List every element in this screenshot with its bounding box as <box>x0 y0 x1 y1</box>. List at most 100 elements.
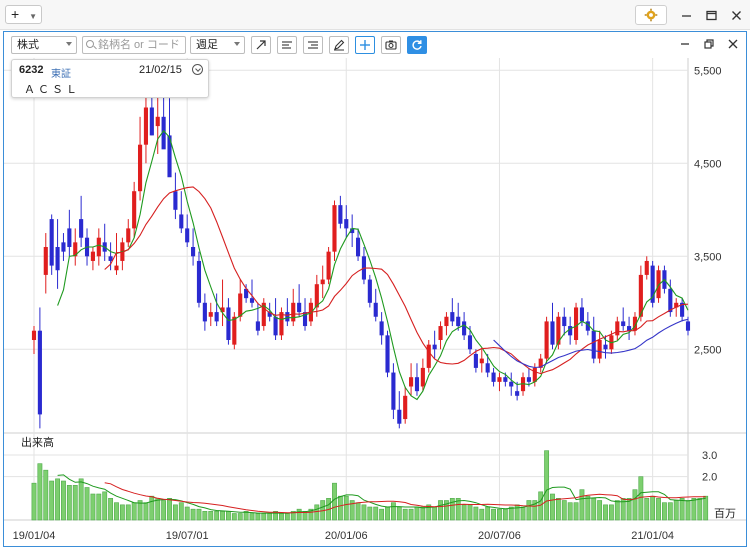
volume-bar <box>161 500 167 521</box>
volume-unit-label: 百万 <box>714 507 736 520</box>
gear-icon <box>644 8 658 22</box>
candle-body <box>526 377 531 382</box>
volume-bar <box>55 478 60 521</box>
bar-date: 21/02/15 <box>139 64 182 76</box>
candle-body <box>515 391 520 396</box>
candle-body <box>191 247 196 257</box>
candle-body <box>185 228 190 243</box>
volume-bar <box>438 500 443 521</box>
settings-button[interactable] <box>635 5 667 25</box>
volume-bar <box>467 504 473 521</box>
volume-bar <box>585 495 591 521</box>
volume-bar <box>485 506 491 521</box>
volume-tick-label: 2.0 <box>702 472 717 484</box>
volume-bar <box>396 506 402 521</box>
candle-body <box>591 330 596 359</box>
candle-body <box>173 191 178 210</box>
candle-body <box>279 312 284 336</box>
candle-body <box>79 219 84 238</box>
volume-bar <box>84 487 90 521</box>
candle-body <box>355 237 361 257</box>
volume-bar <box>567 502 573 521</box>
volume-bar <box>697 498 703 521</box>
volume-bar <box>432 506 438 521</box>
candle-body <box>332 205 337 252</box>
volume-bar <box>361 504 367 521</box>
volume-bar <box>61 480 66 521</box>
candle-body <box>485 363 490 373</box>
volume-bar <box>343 495 349 521</box>
volume-bar <box>520 506 526 521</box>
volume-bar <box>632 489 638 521</box>
volume-bar <box>249 513 255 521</box>
candle-body <box>462 321 467 336</box>
close-icon[interactable] <box>730 9 742 21</box>
candle-body <box>532 367 537 382</box>
volume-bar <box>314 504 320 521</box>
volume-bar <box>603 504 608 521</box>
candle-body <box>137 144 143 192</box>
price-tick-label: 2,500 <box>694 344 722 356</box>
candle-body <box>544 321 549 359</box>
candle-body <box>550 321 555 345</box>
volume-bar <box>561 500 567 521</box>
volume-bar <box>555 498 561 521</box>
candle-body <box>196 260 202 303</box>
candle-body <box>668 288 673 313</box>
collapse-card-icon[interactable] <box>192 64 203 75</box>
candle-body <box>409 377 414 387</box>
volume-bar <box>43 469 49 521</box>
candle-body <box>132 191 137 229</box>
time-tick-label: 20/07/06 <box>478 530 521 542</box>
volume-bar <box>279 513 284 521</box>
volume-bar <box>597 500 603 521</box>
volume-bar <box>638 476 644 521</box>
candle-body <box>420 367 425 387</box>
candle-body <box>426 344 431 368</box>
time-tick-label: 19/01/04 <box>13 530 56 542</box>
volume-bar <box>231 513 237 521</box>
volume-bar <box>473 506 479 521</box>
candle-body <box>385 335 390 373</box>
candle-body <box>155 116 160 127</box>
candle-body <box>644 260 649 275</box>
volume-tick-label: 3.0 <box>702 450 717 462</box>
volume-bar <box>385 506 390 521</box>
volume-bar <box>544 450 550 521</box>
volume-bar <box>679 498 685 521</box>
volume-bar <box>508 506 514 521</box>
volume-bar <box>461 504 467 521</box>
candle-body <box>291 302 296 322</box>
candle-body <box>55 247 60 271</box>
volume-bar <box>220 511 225 521</box>
volume-bar <box>261 513 267 521</box>
volume-bar <box>296 508 302 521</box>
volume-bar <box>90 493 96 521</box>
symbol-name: ＡＣＳＬ <box>24 84 80 96</box>
add-chart-button[interactable]: + ▼ <box>5 5 42 24</box>
volume-bar <box>96 493 102 521</box>
volume-bar <box>573 502 579 521</box>
candle-body <box>562 316 567 327</box>
volume-bar <box>72 485 78 521</box>
volume-bar <box>502 508 508 521</box>
volume-bar <box>691 498 697 521</box>
candle-body <box>202 302 207 322</box>
candle-body <box>96 237 101 257</box>
window-controls <box>635 5 742 25</box>
volume-bar <box>108 498 114 521</box>
symbol-market: 東証 <box>51 69 71 80</box>
maximize-icon[interactable] <box>705 9 717 21</box>
candle-body <box>597 340 602 359</box>
minimize-icon[interactable] <box>680 9 692 21</box>
price-chart[interactable]: 5,500 4,500 3,500 2,500 19/01/04 19/07/01 20/0… <box>4 32 746 546</box>
candle-body <box>438 326 443 340</box>
candle-body <box>67 228 72 247</box>
candle-body <box>379 321 384 336</box>
volume-bar <box>37 463 43 521</box>
volume-bar <box>550 493 555 521</box>
candle-body <box>149 107 154 136</box>
candle-body <box>503 377 508 382</box>
candle-body <box>509 381 514 387</box>
price-tick-label: 4,500 <box>694 158 722 170</box>
